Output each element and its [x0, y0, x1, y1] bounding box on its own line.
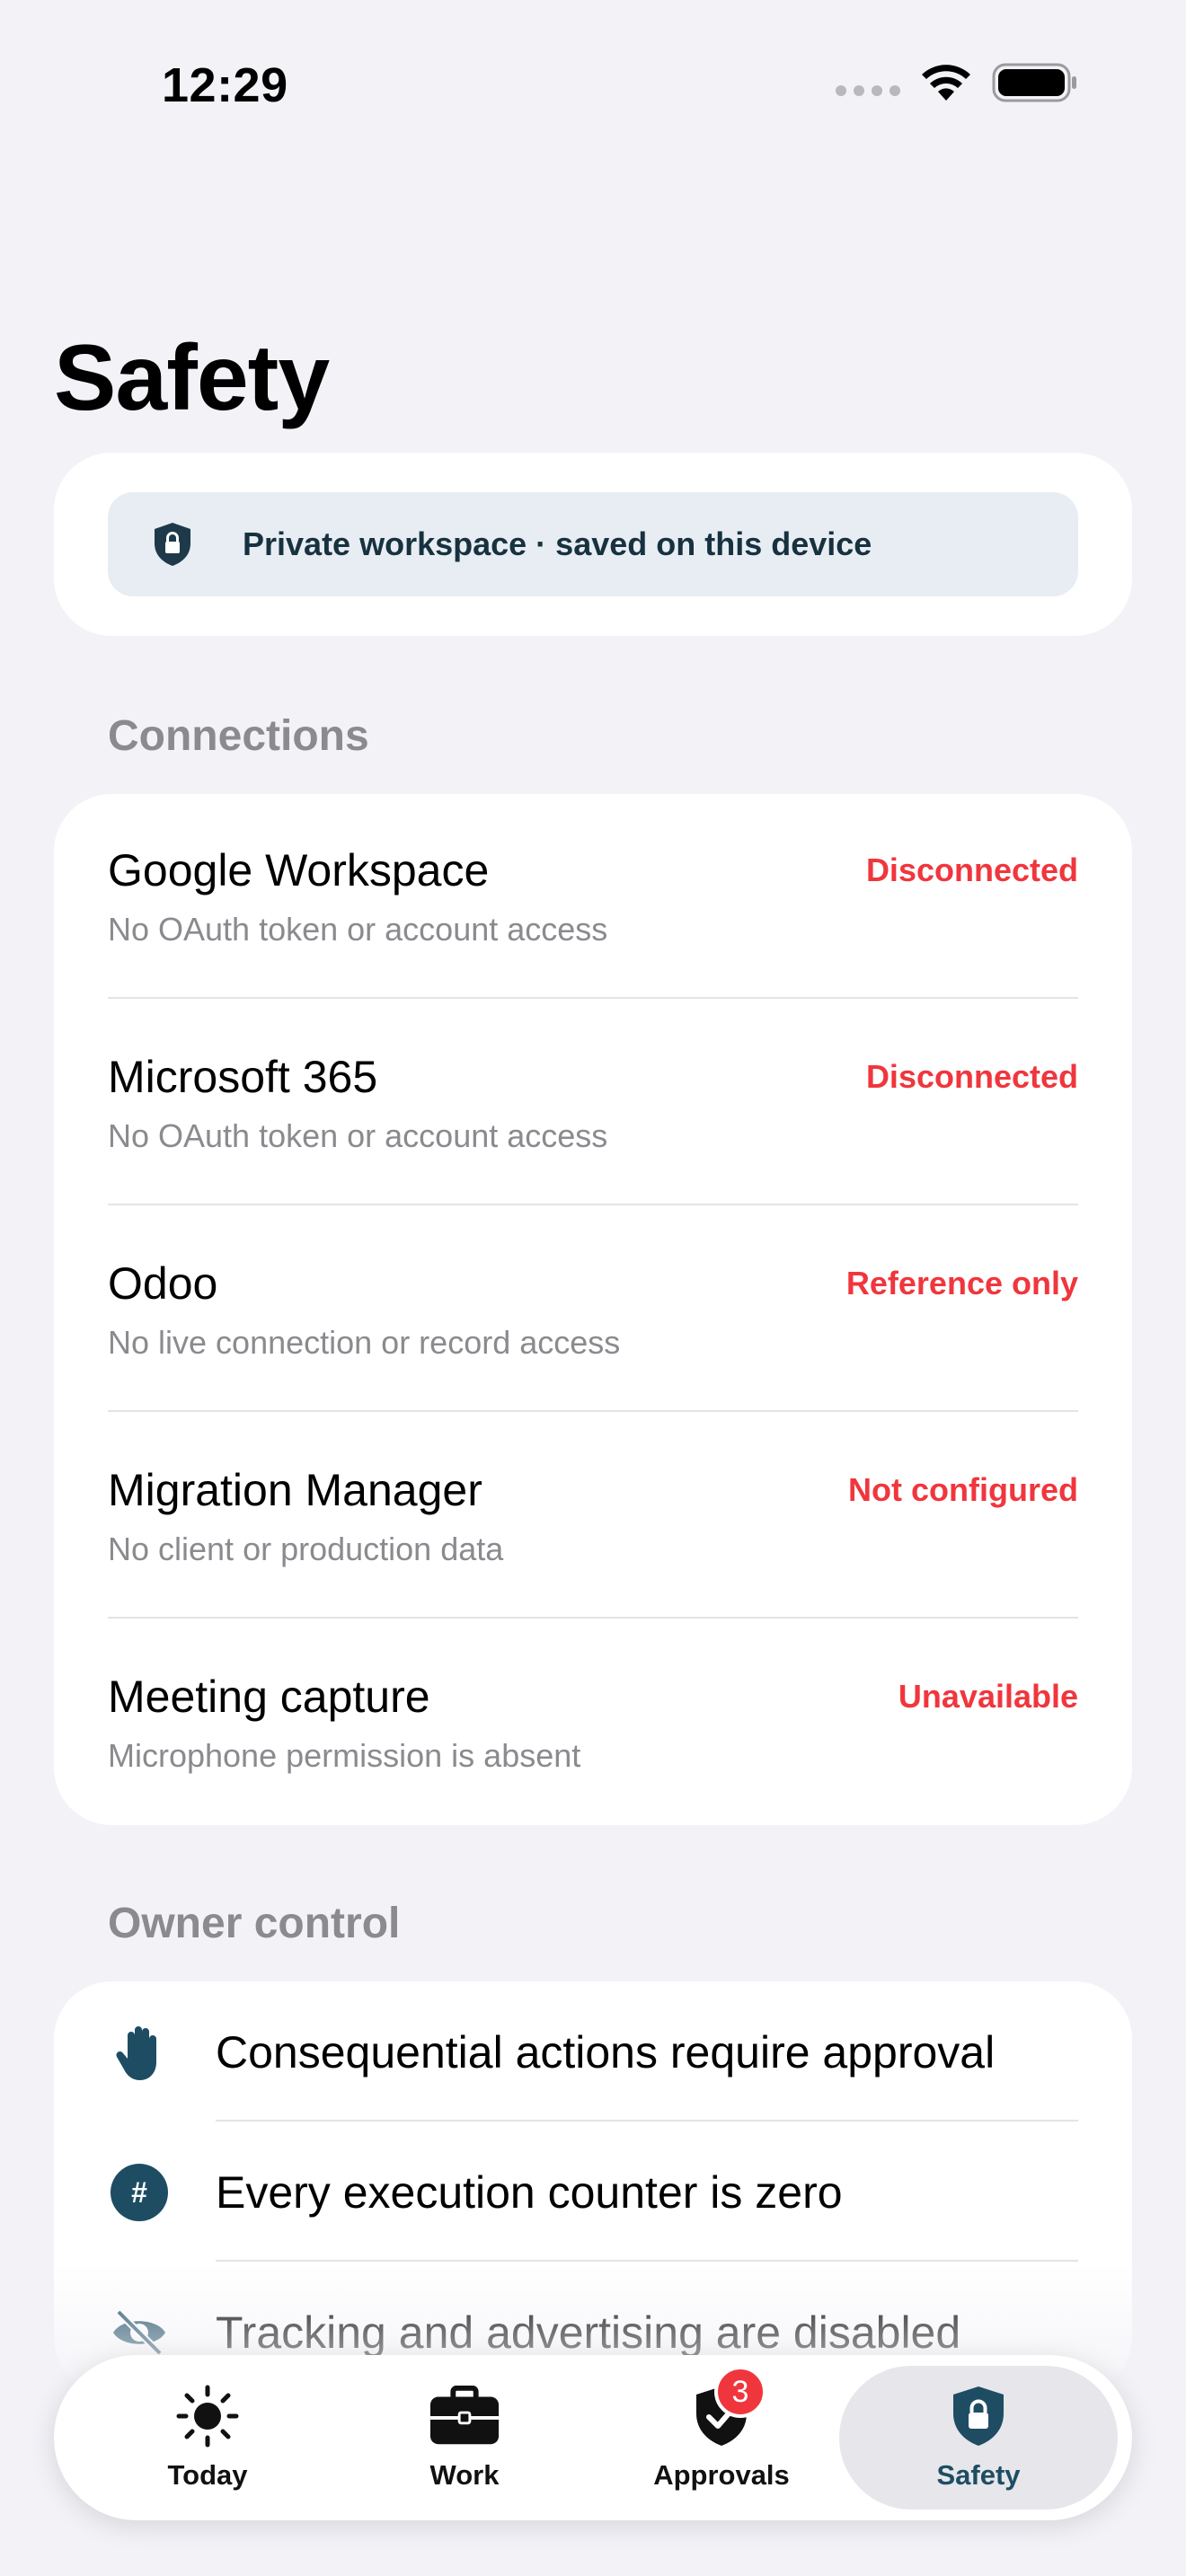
checkmark-shield-icon: 3: [686, 2366, 766, 2448]
connection-name: Migration Manager: [108, 1465, 482, 1515]
row-divider: [108, 1617, 1078, 1619]
tab-label: Safety: [936, 2459, 1021, 2491]
connection-desc: No OAuth token or account access: [108, 1117, 608, 1154]
connection-name: Odoo: [108, 1258, 218, 1309]
tab-approvals[interactable]: 3 Approvals: [582, 2366, 861, 2510]
lock-shield-icon: [943, 2384, 1014, 2448]
connection-desc: No client or production data: [108, 1531, 504, 1567]
connection-name: Google Workspace: [108, 845, 490, 895]
tab-today[interactable]: Today: [68, 2366, 347, 2510]
safety-screen: 12:29 Safety Private workspace · saved o…: [0, 0, 1186, 2576]
owner-control-list: Consequential actions require approval #…: [54, 1981, 1132, 2395]
connection-row-odoo[interactable]: Odoo No live connection or record access…: [108, 1207, 1078, 1414]
tab-label: Approvals: [653, 2459, 790, 2491]
connection-status: Reference only: [845, 1265, 1078, 1301]
tab-safety[interactable]: Safety: [839, 2366, 1118, 2510]
owner-control-text: Every execution counter is zero: [216, 2167, 843, 2218]
sun-icon: [172, 2384, 243, 2448]
briefcase-icon: [429, 2384, 500, 2448]
hand-raised-icon: [116, 2026, 156, 2080]
wifi-icon: [920, 63, 972, 102]
row-divider: [108, 1204, 1078, 1205]
row-divider: [108, 997, 1078, 999]
status-time: 12:29: [162, 58, 288, 112]
number-sign-icon: #: [111, 2164, 168, 2221]
private-workspace-banner: Private workspace · saved on this device: [108, 492, 1078, 596]
connection-desc: Microphone permission is absent: [108, 1737, 581, 1774]
tab-bar: Today Work 3 Approvals Safety: [54, 2355, 1132, 2520]
page-title: Safety: [54, 326, 330, 430]
status-indicators: [836, 63, 1078, 102]
owner-control-section-label: Owner control: [108, 1900, 401, 1947]
connection-row-meeting-capture[interactable]: Meeting capture Microphone permission is…: [108, 1620, 1078, 1827]
connection-status: Unavailable: [898, 1678, 1078, 1715]
lock-shield-icon: [155, 523, 190, 566]
banner-text: Private workspace · saved on this device: [243, 525, 872, 562]
tab-work[interactable]: Work: [325, 2366, 604, 2510]
row-divider: [108, 1410, 1078, 1412]
workspace-card: Private workspace · saved on this device: [54, 453, 1132, 636]
battery-icon: [992, 63, 1078, 102]
connection-name: Meeting capture: [108, 1672, 430, 1722]
owner-row-approval: Consequential actions require approval: [54, 1981, 1132, 2122]
eye-slash-icon: [113, 2309, 165, 2356]
connection-status: Not configured: [848, 1471, 1078, 1508]
connection-row-google-workspace[interactable]: Google Workspace No OAuth token or accou…: [108, 794, 1078, 1001]
tab-label: Today: [167, 2459, 248, 2491]
connection-status: Disconnected: [865, 851, 1078, 888]
connection-name: Microsoft 365: [108, 1052, 378, 1102]
cellular-signal-icon: [836, 85, 900, 96]
connection-desc: No live connection or record access: [108, 1324, 621, 1361]
connection-status: Disconnected: [865, 1058, 1078, 1095]
connections-section-label: Connections: [108, 712, 369, 760]
owner-control-text: Tracking and advertising are disabled: [216, 2307, 961, 2358]
owner-row-counter: # Every execution counter is zero: [54, 2122, 1132, 2262]
connection-row-microsoft-365[interactable]: Microsoft 365 No OAuth token or account …: [108, 1001, 1078, 1207]
connections-list: Google Workspace No OAuth token or accou…: [54, 794, 1132, 1825]
svg-text:#: #: [131, 2176, 147, 2209]
tab-label: Work: [429, 2459, 500, 2491]
owner-control-text: Consequential actions require approval: [216, 2027, 996, 2078]
connection-row-migration-manager[interactable]: Migration Manager No client or productio…: [108, 1414, 1078, 1620]
approvals-badge: 3: [714, 2366, 766, 2418]
connection-desc: No OAuth token or account access: [108, 911, 608, 948]
